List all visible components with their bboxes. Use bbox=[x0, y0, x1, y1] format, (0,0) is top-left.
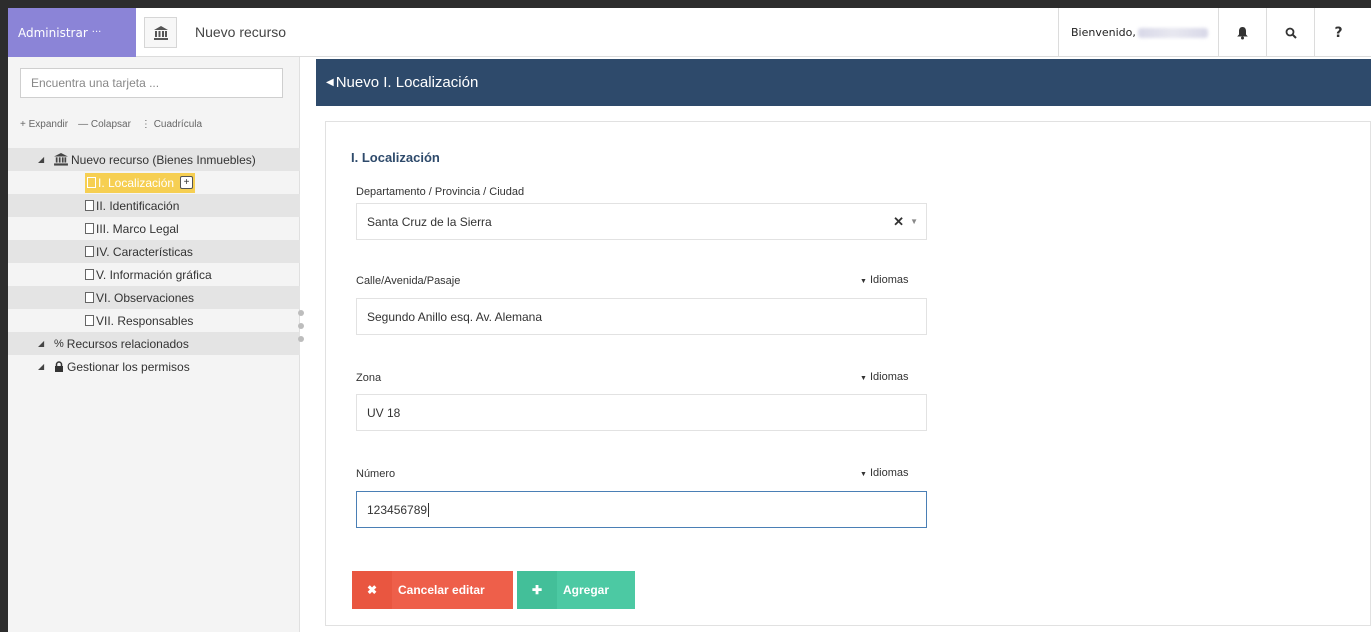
text-cursor bbox=[428, 502, 430, 517]
help-button[interactable]: ? bbox=[1314, 8, 1362, 57]
add-button[interactable]: ✚ Agregar bbox=[517, 571, 635, 609]
card-tree: ◢ Nuevo recurso (Bienes Inmuebles) I. Lo… bbox=[8, 148, 300, 378]
admin-menu-button[interactable]: Administrar ··· bbox=[8, 8, 136, 57]
file-icon bbox=[85, 292, 94, 303]
add-card-icon[interactable]: + bbox=[180, 176, 194, 189]
zone-languages-toggle[interactable]: ▼ Idiomas bbox=[860, 371, 909, 383]
tree-card-item[interactable]: I. Localización + bbox=[8, 171, 300, 194]
tree-card-label: IV. Características bbox=[96, 244, 193, 259]
number-label: Número bbox=[356, 468, 396, 480]
department-select[interactable]: Santa Cruz de la Sierra ✕ ▼ bbox=[356, 203, 927, 240]
link-icon: % bbox=[54, 337, 64, 350]
caret-down-icon: ▼ bbox=[860, 278, 867, 285]
page-title: Nuevo recurso bbox=[195, 24, 287, 40]
tree-permissions[interactable]: ◢ Gestionar los permisos bbox=[8, 355, 300, 378]
tree-card-item[interactable]: VII. Responsables bbox=[8, 309, 300, 332]
notifications-button[interactable] bbox=[1218, 8, 1266, 57]
tree-card-label: III. Marco Legal bbox=[96, 221, 179, 236]
bell-icon bbox=[1237, 26, 1248, 39]
search-icon bbox=[1285, 27, 1297, 39]
back-chevron-icon[interactable]: ◀ bbox=[326, 77, 334, 88]
collapse-button[interactable]: — Colapsar bbox=[78, 119, 131, 130]
tree-root[interactable]: ◢ Nuevo recurso (Bienes Inmuebles) bbox=[8, 148, 300, 171]
tree-actions: + Expandir — Colapsar ⋮ Cuadrícula bbox=[20, 119, 202, 130]
card-sidebar: + Expandir — Colapsar ⋮ Cuadrícula ◢ Nue… bbox=[8, 57, 300, 632]
permissions-label: Gestionar los permisos bbox=[67, 359, 190, 374]
admin-label: Administrar bbox=[18, 25, 88, 40]
tree-card-item[interactable]: III. Marco Legal bbox=[8, 217, 300, 240]
app-window: Administrar ··· Nuevo recurso Bienvenido… bbox=[8, 8, 1371, 632]
top-bar: Administrar ··· Nuevo recurso Bienvenido… bbox=[8, 8, 1371, 57]
ellipsis-icon: ··· bbox=[91, 27, 102, 38]
tree-card-item[interactable]: VI. Observaciones bbox=[8, 286, 300, 309]
zone-input[interactable]: UV 18 bbox=[356, 394, 927, 431]
street-input[interactable]: Segundo Anillo esq. Av. Alemana bbox=[356, 298, 927, 335]
clear-icon[interactable]: ✕ bbox=[893, 214, 904, 230]
tree-card-label: VI. Observaciones bbox=[96, 290, 195, 305]
number-input[interactable]: 123456789 bbox=[356, 491, 927, 528]
search-button[interactable] bbox=[1266, 8, 1314, 57]
file-icon bbox=[85, 246, 94, 257]
lock-icon bbox=[55, 361, 63, 372]
close-icon: ✖ bbox=[352, 571, 392, 609]
tree-related-resources[interactable]: ◢ % Recursos relacionados bbox=[8, 332, 300, 355]
panel-resize-handle[interactable] bbox=[297, 310, 305, 342]
section-title: I. Localización bbox=[351, 150, 440, 165]
cancel-edit-label: Cancelar editar bbox=[398, 583, 485, 597]
department-label: Departamento / Provincia / Ciudad bbox=[356, 186, 525, 198]
file-icon bbox=[87, 177, 96, 188]
street-label: Calle/Avenida/Pasaje bbox=[356, 275, 461, 287]
tree-card-label: II. Identificación bbox=[96, 198, 180, 213]
card-header: ◀ Nuevo I. Localización bbox=[316, 59, 1371, 106]
caret-down-icon: ▼ bbox=[860, 375, 867, 382]
tree-card-label: VII. Responsables bbox=[96, 313, 194, 328]
expand-button[interactable]: + Expandir bbox=[20, 119, 68, 130]
file-icon bbox=[85, 223, 94, 234]
card-header-title: Nuevo I. Localización bbox=[335, 74, 479, 91]
caret-down-icon[interactable]: ◢ bbox=[38, 155, 44, 164]
plus-icon: ✚ bbox=[517, 571, 557, 609]
zone-label: Zona bbox=[356, 372, 382, 384]
caret-down-icon[interactable]: ◢ bbox=[38, 339, 44, 348]
number-value: 123456789 bbox=[367, 502, 428, 517]
add-label: Agregar bbox=[563, 583, 610, 597]
department-value: Santa Cruz de la Sierra bbox=[367, 214, 492, 229]
street-languages-toggle[interactable]: ▼ Idiomas bbox=[860, 274, 909, 286]
welcome-user[interactable]: Bienvenido, bbox=[1058, 8, 1218, 57]
tree-card-label: V. Información gráfica bbox=[96, 267, 212, 282]
tree-card-label: I. Localización bbox=[98, 175, 175, 190]
cancel-edit-button[interactable]: ✖ Cancelar editar bbox=[352, 571, 513, 609]
street-value: Segundo Anillo esq. Av. Alemana bbox=[367, 309, 543, 324]
help-icon: ? bbox=[1334, 24, 1343, 41]
institution-icon[interactable] bbox=[144, 17, 177, 48]
card-search-input[interactable] bbox=[20, 68, 283, 98]
zone-value: UV 18 bbox=[367, 405, 401, 420]
chevron-down-icon[interactable]: ▼ bbox=[910, 217, 918, 226]
caret-down-icon: ▼ bbox=[860, 471, 867, 478]
file-icon bbox=[85, 200, 94, 211]
number-languages-toggle[interactable]: ▼ Idiomas bbox=[860, 467, 909, 479]
file-icon bbox=[85, 315, 94, 326]
welcome-label: Bienvenido, bbox=[1071, 26, 1136, 39]
related-label: Recursos relacionados bbox=[66, 336, 189, 351]
user-name-redacted bbox=[1137, 27, 1208, 38]
institution-icon bbox=[54, 153, 68, 166]
tree-root-label: Nuevo recurso (Bienes Inmuebles) bbox=[71, 152, 256, 167]
tree-card-item[interactable]: II. Identificación bbox=[8, 194, 300, 217]
grid-button[interactable]: ⋮ Cuadrícula bbox=[141, 119, 202, 130]
caret-down-icon[interactable]: ◢ bbox=[38, 362, 44, 371]
form-card: I. Localización Departamento / Provincia… bbox=[325, 121, 1371, 626]
tree-card-item[interactable]: IV. Características bbox=[8, 240, 300, 263]
tree-card-item[interactable]: V. Información gráfica bbox=[8, 263, 300, 286]
file-icon bbox=[85, 269, 94, 280]
